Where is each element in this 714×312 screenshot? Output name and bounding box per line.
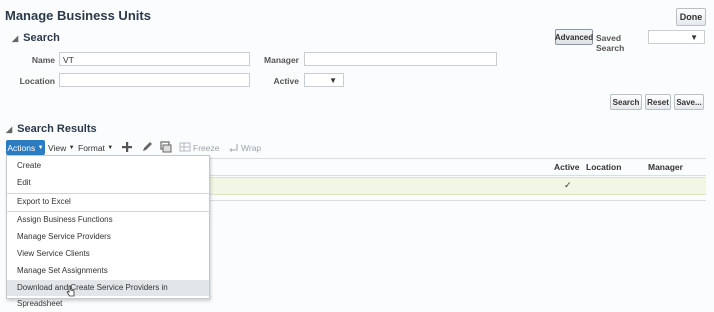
- results-section-header[interactable]: ◢ Search Results: [6, 123, 97, 135]
- column-header-location[interactable]: Location: [586, 162, 621, 172]
- saved-search-label: Saved Search: [596, 33, 625, 53]
- menu-item-manage-set-assignments[interactable]: Manage Set Assignments: [7, 263, 209, 279]
- freeze-icon: [179, 141, 191, 153]
- results-section-title: Search Results: [17, 123, 97, 135]
- view-menu-button[interactable]: View ▼: [48, 143, 75, 153]
- done-button[interactable]: Done: [676, 8, 706, 26]
- menu-item-export-to-excel[interactable]: Export to Excel: [7, 194, 209, 210]
- menu-item-download-create-service-providers[interactable]: Download and Create Service Providers in…: [7, 280, 209, 308]
- menu-item-manage-service-providers[interactable]: Manage Service Providers: [7, 229, 209, 245]
- menu-item-edit[interactable]: Edit: [7, 175, 209, 191]
- location-input[interactable]: [59, 73, 250, 87]
- add-icon[interactable]: [121, 141, 133, 153]
- mouse-pointer-icon: [66, 285, 76, 297]
- menu-item-view-service-clients[interactable]: View Service Clients: [7, 246, 209, 262]
- dropdown-arrow-icon: ▼: [37, 144, 44, 151]
- saved-search-select[interactable]: ▼: [648, 30, 705, 44]
- dropdown-arrow-icon: ▼: [329, 75, 337, 85]
- name-input[interactable]: VT: [59, 52, 250, 66]
- reset-button[interactable]: Reset: [645, 94, 671, 110]
- dropdown-arrow-icon: ▼: [690, 32, 698, 42]
- collapse-triangle-icon: ◢: [12, 34, 19, 43]
- search-section-title: Search: [23, 32, 60, 44]
- active-check-icon: ✓: [564, 180, 572, 190]
- search-section-header[interactable]: ◢ Search: [12, 32, 60, 44]
- menu-item-assign-business-functions[interactable]: Assign Business Functions: [7, 212, 209, 228]
- page-title: Manage Business Units: [5, 8, 151, 23]
- search-button[interactable]: Search: [610, 94, 642, 110]
- column-header-manager[interactable]: Manager: [648, 162, 683, 172]
- name-label: Name: [31, 55, 55, 65]
- active-select[interactable]: ▼: [304, 73, 344, 87]
- detach-icon[interactable]: [160, 141, 172, 153]
- format-label: Format: [78, 143, 105, 153]
- save-search-button[interactable]: Save...: [674, 94, 704, 110]
- actions-dropdown-menu: Create Edit Export to Excel Assign Busin…: [6, 155, 210, 308]
- manager-label: Manager: [264, 55, 299, 65]
- freeze-label: Freeze: [193, 143, 220, 153]
- active-label: Active: [273, 76, 299, 86]
- location-label: Location: [19, 76, 55, 86]
- wrap-label: Wrap: [241, 143, 262, 153]
- actions-menu-button[interactable]: Actions ▼: [6, 140, 45, 155]
- actions-label: Actions: [7, 142, 36, 153]
- manager-input[interactable]: [304, 52, 497, 66]
- advanced-button[interactable]: Advanced: [555, 29, 593, 45]
- view-label: View: [48, 143, 67, 153]
- dropdown-arrow-icon: ▼: [68, 145, 75, 151]
- format-menu-button[interactable]: Format ▼: [78, 143, 113, 153]
- edit-icon[interactable]: [141, 141, 153, 153]
- dropdown-arrow-icon: ▼: [107, 145, 114, 151]
- collapse-triangle-icon: ◢: [6, 125, 13, 134]
- menu-item-create[interactable]: Create: [7, 158, 209, 174]
- wrap-icon: [228, 141, 240, 153]
- column-header-active[interactable]: Active: [554, 162, 580, 172]
